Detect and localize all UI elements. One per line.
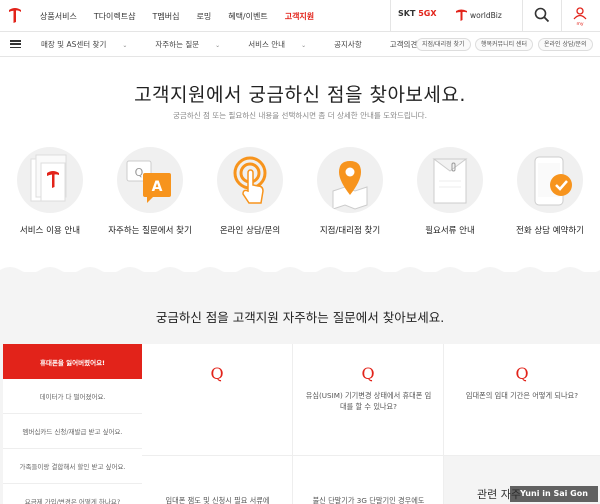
faq-card[interactable]: 불신 단말기가 3G 단말기인 경우에도 xyxy=(293,456,444,504)
lnb-item-faq[interactable]: 자주하는 질문 ⌄ xyxy=(155,39,234,50)
search-icon[interactable] xyxy=(534,7,550,23)
service-guide-icon xyxy=(17,147,83,213)
faq-card-text: 불신 단말기가 3G 단말기인 경우에도 xyxy=(312,496,425,504)
chevron-down-icon: ⌄ xyxy=(301,42,307,49)
brand-skt-text: SKT xyxy=(398,9,416,18)
skt-5gx-logo[interactable]: SKT 5GX xyxy=(398,9,437,18)
faq-tab-list: 휴대폰을 잃어버렸어요! 데이터가 다 떨어졌어요. 멤버십카드 신청/재발급 … xyxy=(3,344,142,504)
q-icon: Q xyxy=(361,364,375,383)
divider xyxy=(390,0,391,32)
faq-card-text: 임대폰 잼도 및 신청시 필요 서류에 xyxy=(165,496,270,504)
lnb-item-store-finder[interactable]: 매장 및 AS센터 찾기 ⌄ xyxy=(41,39,141,50)
category-faq[interactable]: Q A 자주하는 질문에서 찾기 xyxy=(100,147,200,236)
lnb-item-label: 서비스 안내 xyxy=(248,40,286,49)
touch-icon xyxy=(217,147,283,213)
faq-card[interactable]: 임대폰 잼도 및 신청시 필요 서류에 xyxy=(142,456,293,504)
quick-link-community[interactable]: 행복커뮤니티 센터 xyxy=(475,38,534,51)
faq-tab-family-discount[interactable]: 가족들이랑 결합해서 할인 받고 싶어요. xyxy=(3,449,142,484)
faq-card-text: 임대폰의 임대 기간은 어떻게 되나요? xyxy=(465,391,579,400)
chevron-down-icon: ⌄ xyxy=(122,42,128,49)
page-subtitle: 궁금하신 점 또는 필요하신 내용을 선택하시면 좀 더 상세한 안내를 도와드… xyxy=(173,111,427,120)
q-icon: Q xyxy=(210,364,224,383)
divider xyxy=(522,0,523,32)
faq-card-text: 유심(USIM) 기기변경 상태에서 휴대폰 임대를 할 수 있나요? xyxy=(305,391,432,411)
category-documents[interactable]: 필요서류 안내 xyxy=(400,147,500,236)
faq-card[interactable]: Q 유심(USIM) 기기변경 상태에서 휴대폰 임대를 할 수 있나요? xyxy=(293,344,444,456)
page-title: 고객지원에서 궁금하신 점을 찾아보세요. xyxy=(134,84,466,106)
category-label: 온라인 상담/문의 xyxy=(219,226,281,236)
sub-nav: 매장 및 AS센터 찾기 ⌄ 자주하는 질문 ⌄ 서비스 안내 ⌄ 공지사항 고객의견… xyxy=(0,32,600,57)
faq-tab-plan[interactable]: 요금제 가입/변경은 어떻게 하나요? xyxy=(3,484,142,504)
phone-check-icon xyxy=(517,147,583,213)
map-pin-icon xyxy=(317,147,383,213)
top-header: 상품서비스 T다이렉트샵 T멤버십 로밍 혜택/이벤트 고객지원 SKT 5GX… xyxy=(0,0,600,32)
category-label: 지점/대리점 찾기 xyxy=(319,226,381,236)
faq-card[interactable]: Q 임대폰의 임대 기간은 어떻게 되나요? xyxy=(444,344,600,456)
faq-tab-data[interactable]: 데이터가 다 떨어졌어요. xyxy=(3,379,142,414)
divider xyxy=(561,0,562,32)
faq-card[interactable]: Q xyxy=(142,344,293,456)
quick-link-store[interactable]: 지점/대리점 찾기 xyxy=(416,38,471,51)
lnb-item-label: 공지사항 xyxy=(334,40,362,49)
local-nav: 매장 및 AS센터 찾기 ⌄ 자주하는 질문 ⌄ 서비스 안내 ⌄ 공지사항 고객의견… xyxy=(41,32,466,57)
lnb-item-service-guide[interactable]: 서비스 안내 ⌄ xyxy=(248,39,320,50)
worldbiz-logo-icon xyxy=(456,9,467,21)
quick-link-online-consult[interactable]: 온라인 상담/문의 xyxy=(538,38,593,51)
my-account-icon[interactable]: my xyxy=(572,6,588,26)
category-service-guide[interactable]: 서비스 이용 안내 xyxy=(0,147,100,236)
gnb-item-membership[interactable]: T멤버십 xyxy=(153,11,180,22)
faq-tab-membership[interactable]: 멤버십카드 신청/재발급 받고 싶어요. xyxy=(3,414,142,449)
faq-title: 궁금하신 점을 고객지원 자주하는 질문에서 찾아보세요. xyxy=(155,310,445,325)
gnb-item-support[interactable]: 고객지원 xyxy=(285,11,314,22)
svg-text:my: my xyxy=(576,22,583,26)
qa-icon: Q A xyxy=(117,147,183,213)
category-label: 전화 상담 예약하기 xyxy=(516,226,584,236)
gnb-item-direct-shop[interactable]: T다이렉트샵 xyxy=(94,11,136,22)
category-label: 필요서류 안내 xyxy=(425,226,475,236)
gnb-item-events[interactable]: 혜택/이벤트 xyxy=(228,11,268,22)
lnb-item-notice[interactable]: 공지사항 xyxy=(334,39,376,50)
category-phone-reservation[interactable]: 전화 상담 예약하기 xyxy=(500,147,600,236)
gnb-item-roaming[interactable]: 로밍 xyxy=(196,11,211,22)
watermark: Yuni in Sai Gon xyxy=(510,486,598,502)
category-shortcuts: 서비스 이용 안내 Q A 자주하는 질문에서 찾기 온라인 상담/문의 지점/… xyxy=(0,147,600,242)
t-logo-icon[interactable] xyxy=(8,6,22,24)
global-nav: 상품서비스 T다이렉트샵 T멤버십 로밍 혜택/이벤트 고객지원 xyxy=(40,0,331,32)
chevron-down-icon: ⌄ xyxy=(215,42,221,49)
lnb-item-label: 고객의견 xyxy=(389,40,418,49)
svg-text:A: A xyxy=(152,179,163,195)
category-online-consult[interactable]: 온라인 상담/문의 xyxy=(200,147,300,236)
lnb-item-label: 매장 및 AS센터 찾기 xyxy=(41,40,107,49)
faq-tab-lost-phone[interactable]: 휴대폰을 잃어버렸어요! xyxy=(3,344,142,379)
brand-5gx-text: 5GX xyxy=(418,9,437,18)
svg-text:Q: Q xyxy=(135,166,144,179)
document-icon xyxy=(417,147,483,213)
menu-icon[interactable] xyxy=(10,40,21,49)
category-label: 서비스 이용 안내 xyxy=(19,226,81,236)
category-label: 자주하는 질문에서 찾기 xyxy=(108,226,192,236)
wave-divider xyxy=(0,267,600,276)
gnb-item-products[interactable]: 상품서비스 xyxy=(40,11,77,22)
lnb-item-label: 자주하는 질문 xyxy=(155,40,200,49)
q-icon: Q xyxy=(515,364,529,383)
worldbiz-link[interactable]: worldBiz xyxy=(470,11,502,20)
category-store-finder[interactable]: 지점/대리점 찾기 xyxy=(300,147,400,236)
